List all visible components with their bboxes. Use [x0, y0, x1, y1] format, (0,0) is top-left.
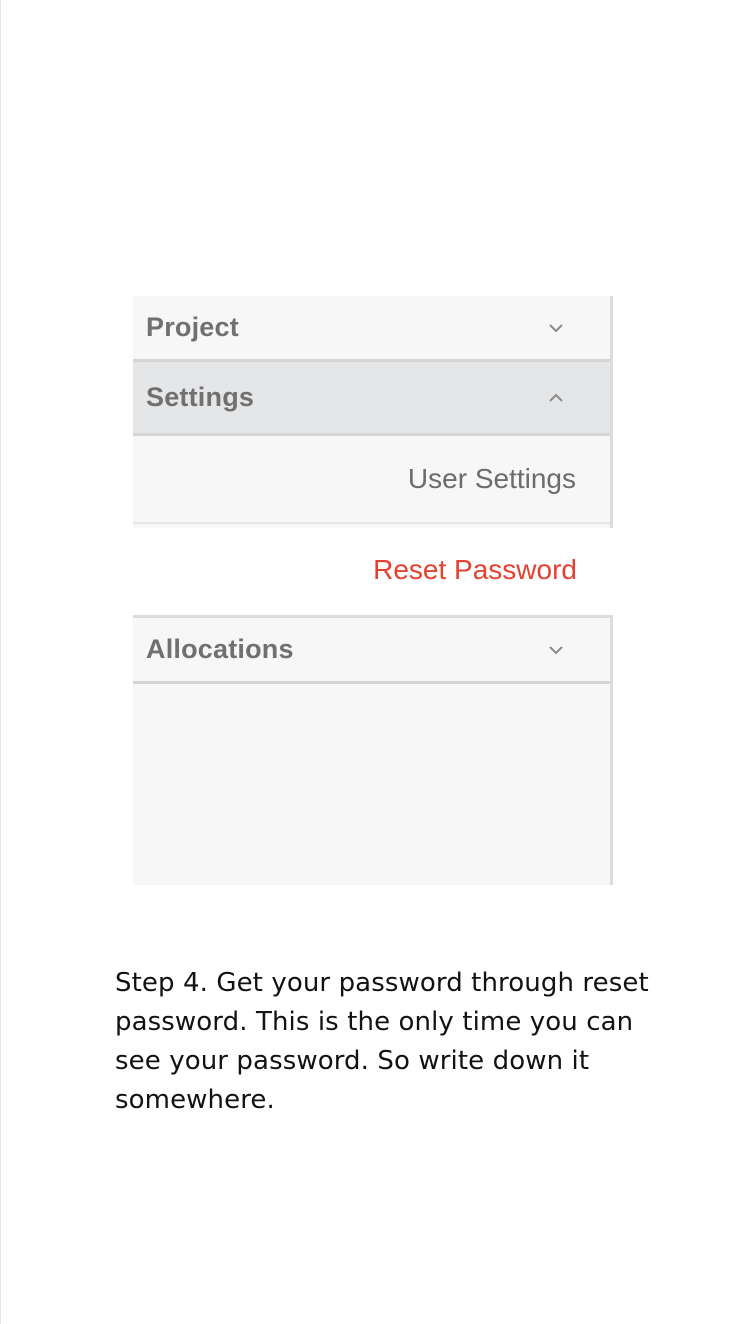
accordion-allocations-label: Allocations: [146, 634, 294, 664]
allocations-panel: Allocations: [133, 615, 613, 885]
navigation-panel: Project Settings User Settings: [133, 296, 613, 528]
accordion-project-label: Project: [146, 312, 239, 342]
page-left-border: [0, 0, 1, 1324]
accordion-allocations[interactable]: Allocations: [133, 618, 610, 684]
accordion-settings[interactable]: Settings: [133, 362, 610, 436]
step-caption: Step 4. Get your password through reset …: [115, 968, 649, 1115]
chevron-up-icon[interactable]: [546, 391, 566, 405]
user-settings-label: User Settings: [407, 463, 576, 494]
accordion-settings-label: Settings: [146, 382, 255, 412]
reset-password-link[interactable]: Reset Password: [133, 548, 577, 592]
chevron-down-icon[interactable]: [546, 643, 566, 657]
menu-item-user-settings[interactable]: User Settings: [133, 436, 610, 524]
chevron-down-icon[interactable]: [546, 321, 566, 335]
accordion-project[interactable]: Project: [133, 296, 610, 362]
